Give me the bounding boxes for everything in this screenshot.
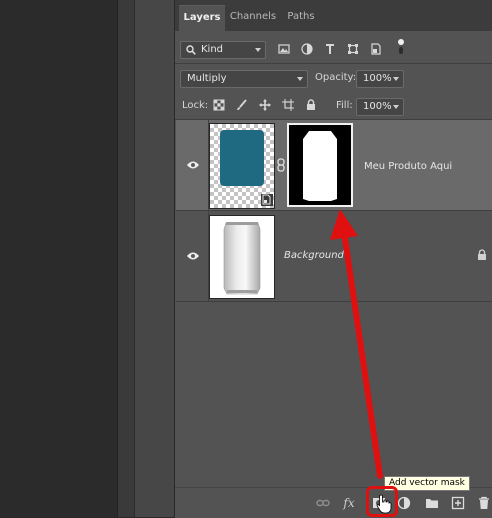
tab-paths[interactable]: Paths [281,5,321,31]
opacity-label: Opacity: [315,72,357,83]
mask-shape [303,131,337,201]
filter-kind-select[interactable]: Kind [180,41,266,59]
adjustment-filter-icon[interactable] [301,43,313,55]
panel-tab-bar: Layers Channels Paths [175,0,492,32]
panel-dock-strip [117,0,134,517]
blend-mode-label: Multiply [187,73,227,84]
visibility-toggle[interactable] [176,211,209,301]
pixel-filter-icon[interactable] [278,43,290,55]
panel-dock-strip-2 [134,0,175,517]
filter-toggle-icon[interactable] [397,38,405,56]
fill-field[interactable]: 100% [356,98,404,116]
shape-filter-icon[interactable] [347,43,359,55]
layer-mask-thumbnail[interactable] [287,123,353,207]
lock-label: Lock: [182,100,209,111]
type-filter-icon[interactable] [324,43,336,55]
blend-mode-select[interactable]: Multiply [180,70,308,88]
tab-layers[interactable]: Layers [179,5,225,32]
opacity-value: 100% [363,73,392,84]
mask-link-icon[interactable] [277,158,285,172]
chevron-down-icon [393,77,399,81]
layer-thumbnail[interactable] [209,215,275,299]
layer-row-background[interactable]: Background [176,211,492,302]
lock-transparent-pixels-icon[interactable] [213,99,225,111]
lock-icon [478,249,486,260]
layers-bottom-toolbar: fx [175,487,492,518]
filter-kind-label: Kind [201,44,224,55]
fx-icon[interactable]: fx [342,496,356,510]
search-icon [186,45,196,55]
smart-object-badge-icon [261,194,273,206]
adjustment-layer-icon[interactable] [397,496,411,510]
tab-channels[interactable]: Channels [227,5,279,31]
layer-thumbnail-content [220,130,264,186]
fill-value: 100% [363,101,392,112]
lock-all-icon[interactable] [305,99,317,111]
layers-panel: Layers Channels Paths Kind Multiply Opac… [174,0,492,518]
layer-name[interactable]: Meu Produto Aqui [364,161,452,172]
chevron-down-icon [255,48,261,52]
chevron-down-icon [297,77,303,81]
layer-name[interactable]: Background [284,250,344,261]
new-layer-icon[interactable] [451,496,465,510]
eye-icon [187,161,199,169]
divider [175,63,492,64]
chevron-down-icon [393,105,399,109]
eye-icon [187,252,199,260]
smart-object-filter-icon[interactable] [370,43,382,55]
can-image [223,222,261,295]
fill-label: Fill: [336,100,353,111]
canvas-area [0,0,117,517]
lock-position-icon[interactable] [259,99,271,111]
folder-icon[interactable] [425,496,439,510]
hand-cursor-icon [376,494,392,514]
trash-icon[interactable] [477,496,491,510]
layer-thumbnail[interactable] [209,123,275,209]
visibility-toggle[interactable] [176,120,209,210]
lock-image-pixels-icon[interactable] [236,99,248,111]
opacity-field[interactable]: 100% [356,70,404,88]
layer-row-meu-produto[interactable]: Meu Produto Aqui [176,120,492,211]
link-layers-icon[interactable] [316,496,330,510]
lock-artboard-icon[interactable] [282,99,294,111]
